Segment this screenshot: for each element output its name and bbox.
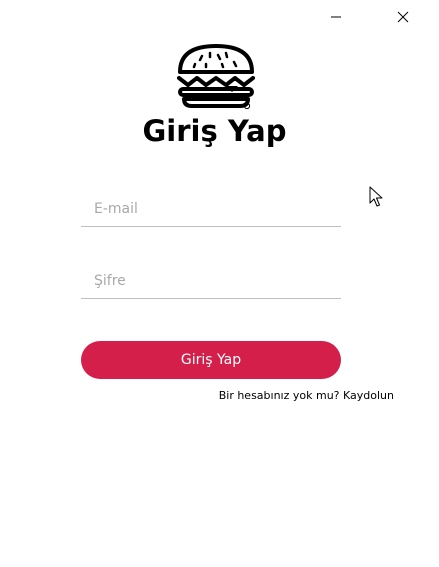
email-field[interactable] (81, 192, 341, 226)
password-field-container (81, 264, 341, 299)
email-field-container (81, 192, 341, 227)
page-title: Giriş Yap (142, 114, 287, 148)
mouse-cursor-icon (369, 186, 383, 207)
minimize-icon (331, 16, 341, 18)
close-icon (397, 11, 409, 23)
login-button[interactable]: Giriş Yap (81, 341, 341, 379)
minimize-button[interactable] (313, 0, 359, 34)
signup-link[interactable]: Bir hesabınız yok mu? Kaydolun (0, 389, 394, 402)
burger-logo-icon (177, 44, 255, 110)
password-field[interactable] (81, 264, 341, 298)
close-button[interactable] (380, 0, 426, 34)
